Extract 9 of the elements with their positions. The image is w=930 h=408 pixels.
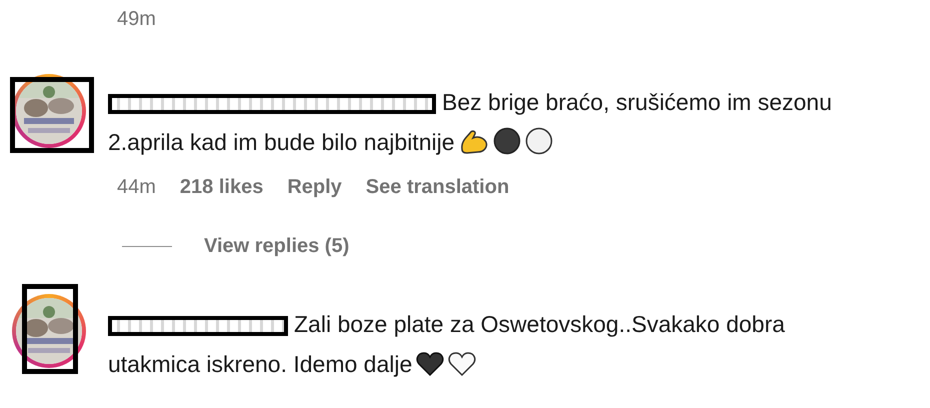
comment-time: 44m [117, 176, 156, 198]
reply-button[interactable]: Reply [287, 176, 342, 198]
comment-text: Bez brige braćo, srušićemo im sezonu 2.aprila kad im bude bilo najbitnije [108, 89, 832, 155]
avatar-ring[interactable] [12, 74, 86, 148]
comment-text: Zali boze plate za Oswetovskog..Svakako dobra utakmica iskreno. Idemo dalje [108, 311, 785, 377]
translation-link[interactable]: See translation [366, 176, 510, 198]
view-replies-button[interactable]: View replies (5) [204, 234, 350, 258]
likes-count[interactable]: 218 likes [180, 176, 264, 198]
comment-time: 49m [117, 8, 156, 30]
